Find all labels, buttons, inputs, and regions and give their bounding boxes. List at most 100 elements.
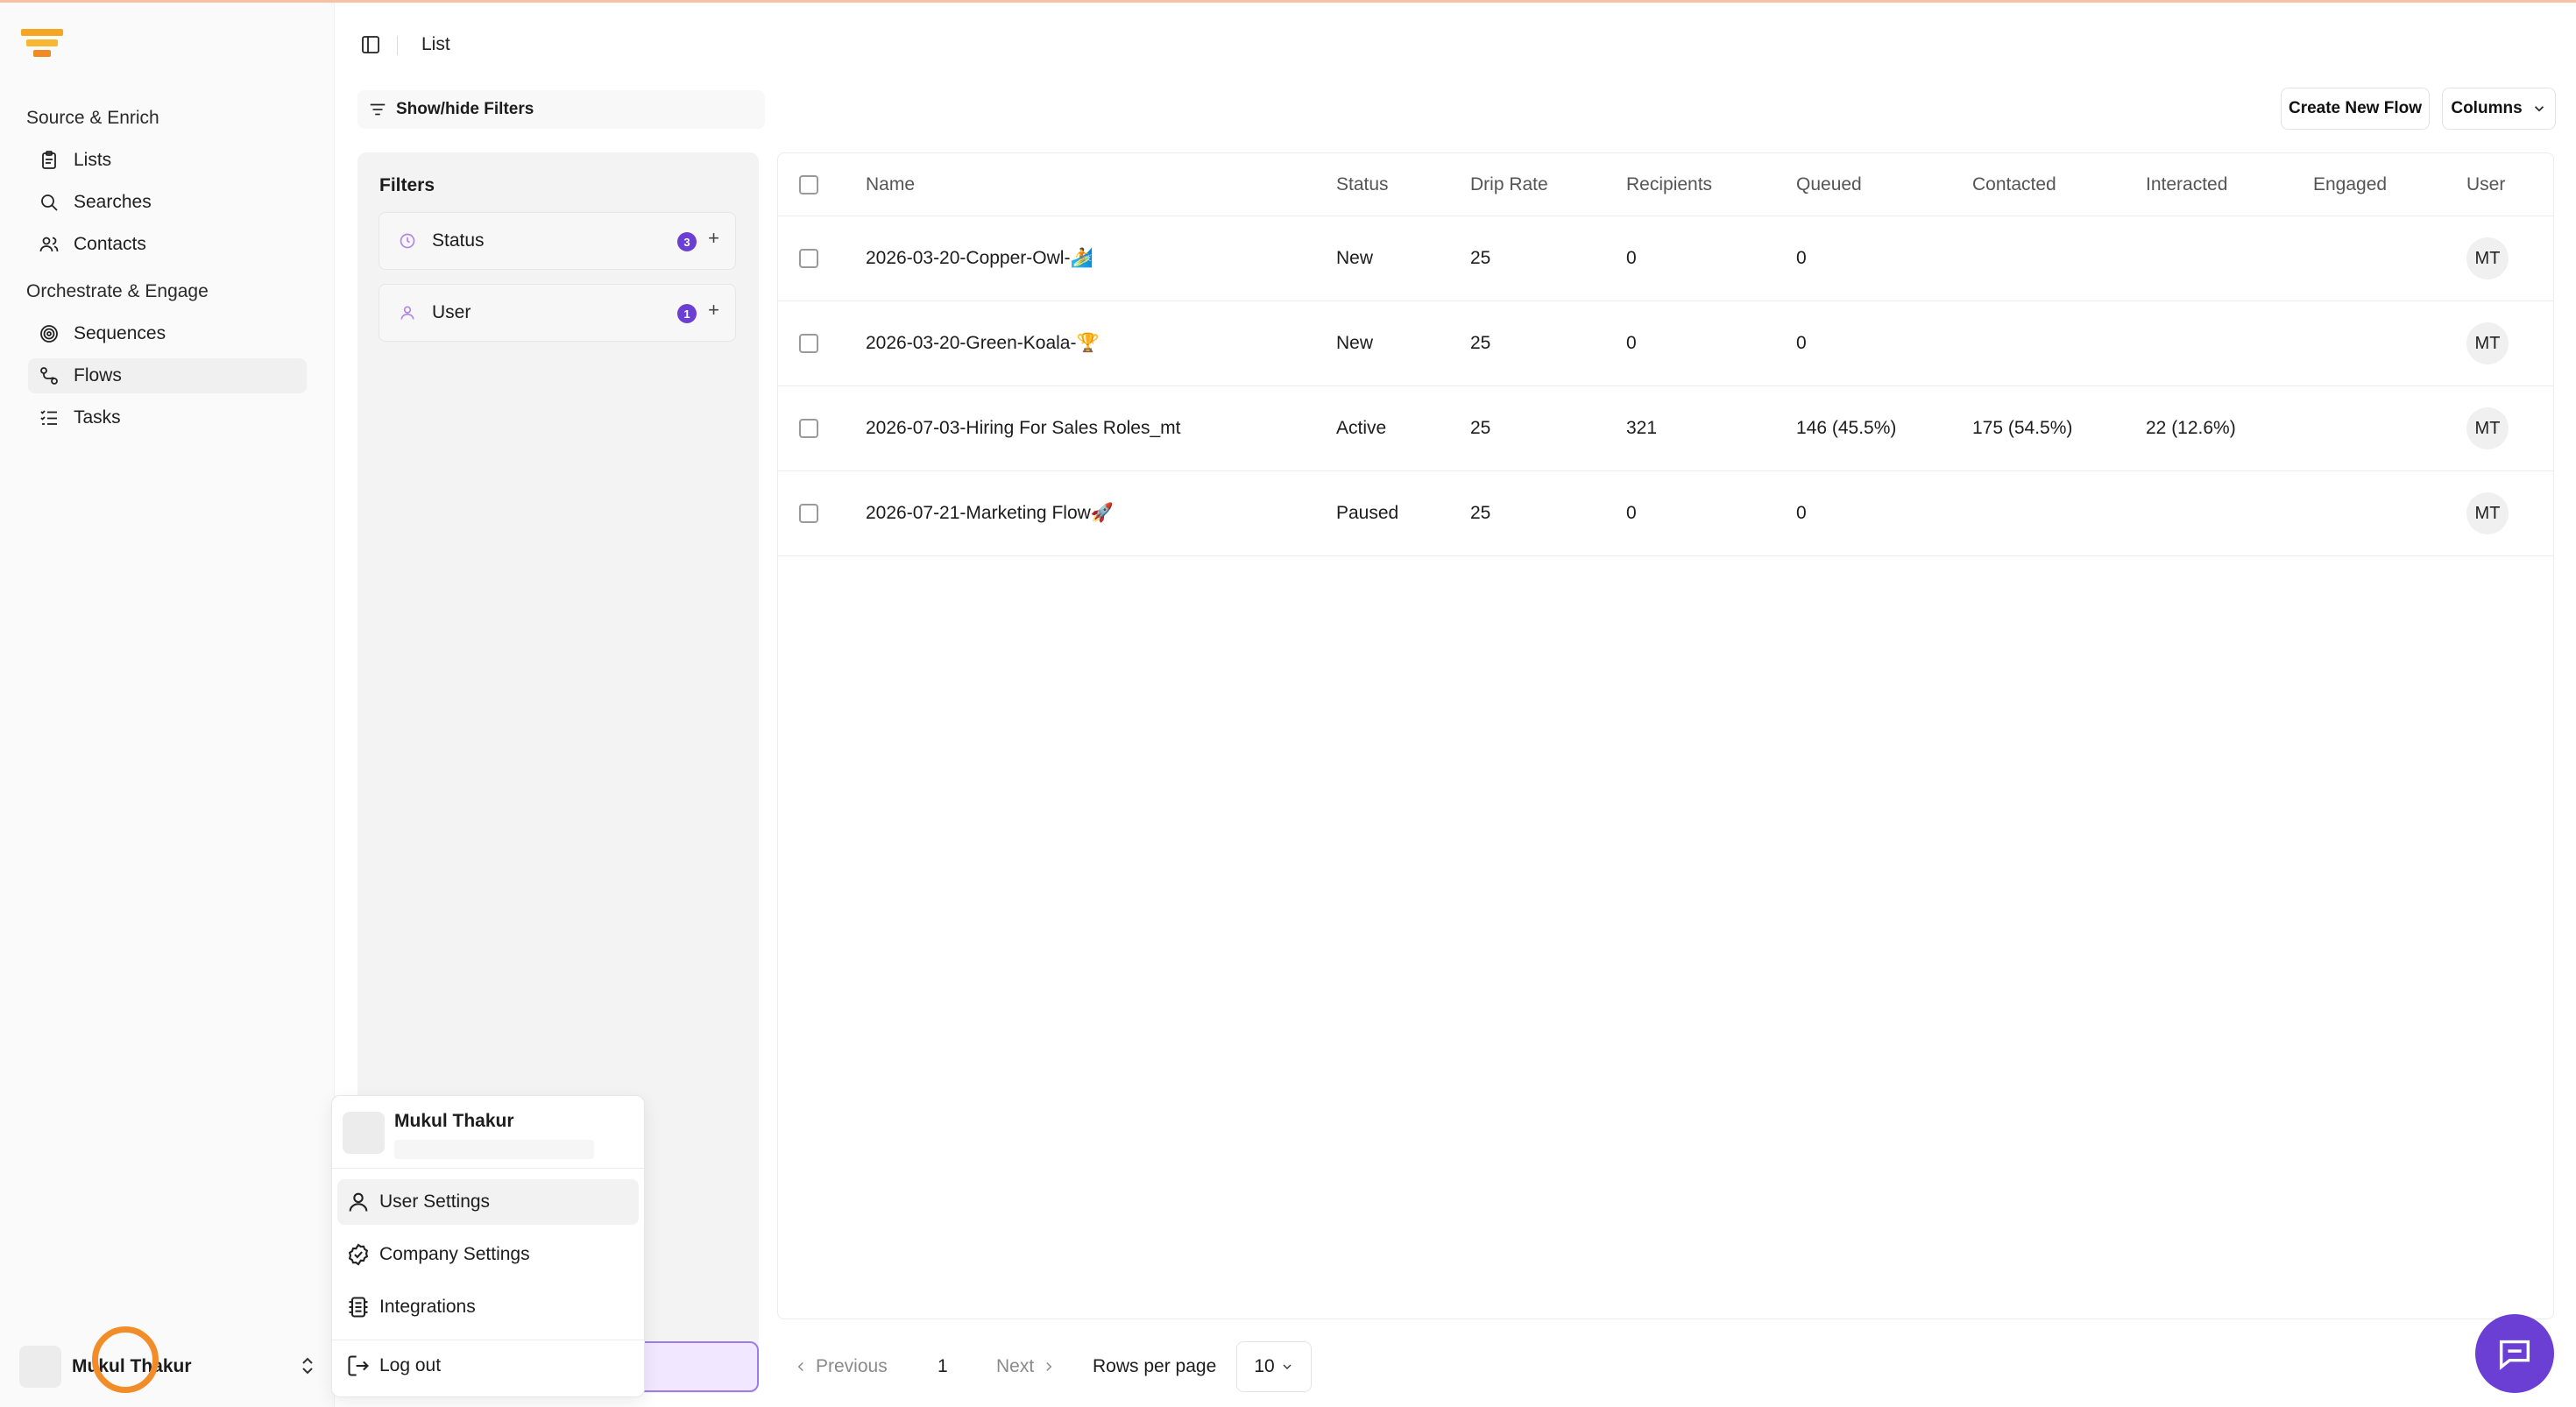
check-circle-icon (348, 1243, 369, 1266)
column-header-name[interactable]: Name (866, 153, 915, 216)
show-hide-filters-button[interactable]: Show/hide Filters (357, 90, 765, 129)
column-header-contacted[interactable]: Contacted (1972, 153, 2056, 216)
target-icon (40, 325, 58, 343)
table-row[interactable]: 2026-03-20-Copper-Owl-🏄 New 25 0 0 MT (778, 216, 2553, 301)
sidebar: Source & Enrich Lists Searches Contacts … (0, 3, 335, 1407)
column-header-status[interactable]: Status (1336, 153, 1389, 216)
sidebar-item-lists[interactable]: Lists (28, 143, 307, 178)
flow-name[interactable]: 2026-07-03-Hiring For Sales Roles_mt (866, 386, 1181, 470)
search-icon (41, 194, 58, 211)
flow-queued: 0 (1796, 248, 1807, 268)
table-row[interactable]: 2026-07-21-Marketing Flow🚀 Paused 25 0 0… (778, 471, 2553, 556)
flow-queued: 0 (1796, 503, 1807, 523)
sidebar-item-label: Contacts (74, 234, 146, 254)
divider (332, 1168, 644, 1169)
user-menu-popover: Mukul Thakur User Settings Company Setti… (331, 1095, 645, 1397)
flow-recipients: 0 (1626, 248, 1637, 268)
row-checkbox[interactable] (799, 249, 818, 268)
rows-per-page-label: Rows per page (1093, 1356, 1217, 1376)
filter-status-label: Status (432, 230, 485, 251)
users-icon (39, 237, 59, 252)
column-header-drip-rate[interactable]: Drip Rate (1470, 153, 1548, 216)
chevron-down-icon (1283, 1364, 1292, 1369)
columns-dropdown-button[interactable]: Columns (2442, 88, 2556, 130)
menu-item-company-settings[interactable]: Company Settings (337, 1232, 639, 1277)
sidebar-toggle-icon[interactable] (360, 34, 381, 55)
flow-status: New (1336, 333, 1374, 353)
app-logo[interactable] (21, 29, 63, 64)
page-number[interactable]: 1 (938, 1341, 948, 1392)
row-checkbox[interactable] (799, 419, 818, 438)
sidebar-item-searches[interactable]: Searches (28, 185, 307, 220)
flow-name[interactable]: 2026-03-20-Copper-Owl-🏄 (866, 216, 1093, 300)
filter-user-count-badge: 1 (677, 304, 697, 323)
user-email-redacted (394, 1140, 594, 1159)
menu-item-log-out[interactable]: Log out (337, 1343, 639, 1389)
flow-queued: 146 (45.5%) (1796, 418, 1897, 438)
chevron-left-icon (797, 1361, 803, 1372)
select-all-checkbox-cell[interactable] (799, 153, 818, 216)
column-header-queued[interactable]: Queued (1796, 153, 1862, 216)
filters-title: Filters (379, 175, 435, 195)
breadcrumb: List (421, 34, 450, 54)
column-header-interacted[interactable]: Interacted (2146, 153, 2227, 216)
flow-queued: 0 (1796, 333, 1807, 353)
logout-icon (348, 1355, 369, 1376)
nav-group-source-enrich: Source & Enrich (26, 108, 159, 128)
menu-item-integrations[interactable]: Integrations (337, 1284, 639, 1330)
apply-filters-button[interactable] (640, 1341, 759, 1392)
column-header-recipients[interactable]: Recipients (1626, 153, 1712, 216)
previous-label: Previous (816, 1356, 888, 1376)
add-filter-icon[interactable]: + (708, 299, 719, 322)
rows-per-page-select[interactable]: 10 (1236, 1341, 1312, 1392)
chat-bubble-icon (2499, 1340, 2530, 1370)
integrations-icon (349, 1297, 368, 1318)
sidebar-item-tasks[interactable]: Tasks (28, 400, 307, 435)
previous-page-button[interactable]: Previous (793, 1341, 888, 1392)
flow-interacted: 22 (12.6%) (2146, 418, 2236, 438)
column-header-engaged[interactable]: Engaged (2313, 153, 2387, 216)
table-row[interactable]: 2026-03-20-Green-Koala-🏆 New 25 0 0 MT (778, 301, 2553, 386)
add-filter-icon[interactable]: + (708, 227, 719, 250)
flow-name[interactable]: 2026-07-21-Marketing Flow🚀 (866, 471, 1114, 555)
avatar (343, 1112, 385, 1154)
sidebar-item-sequences[interactable]: Sequences (28, 316, 307, 351)
sidebar-item-contacts[interactable]: Contacts (28, 227, 307, 262)
menu-item-label: User Settings (379, 1191, 491, 1212)
row-checkbox[interactable] (799, 504, 818, 523)
chevron-up-down-icon (302, 1357, 313, 1375)
sidebar-item-label: Tasks (74, 407, 121, 428)
user-avatar: MT (2466, 492, 2509, 534)
flow-contacted: 175 (54.5%) (1972, 418, 2073, 438)
select-all-checkbox[interactable] (799, 174, 818, 194)
avatar (19, 1346, 61, 1388)
rows-per-page-value: 10 (1254, 1356, 1275, 1376)
sidebar-item-label: Flows (74, 365, 122, 385)
row-checkbox[interactable] (799, 334, 818, 353)
menu-item-user-settings[interactable]: User Settings (337, 1179, 639, 1225)
filter-status-count-badge: 3 (677, 232, 697, 251)
create-new-flow-button[interactable]: Create New Flow (2281, 88, 2430, 130)
column-header-user[interactable]: User (2466, 153, 2505, 216)
create-new-flow-label: Create New Flow (2288, 99, 2423, 117)
clock-icon (400, 233, 415, 249)
filter-status[interactable]: Status 3 + (379, 212, 736, 270)
table-row[interactable]: 2026-07-03-Hiring For Sales Roles_mt Act… (778, 386, 2553, 471)
sidebar-item-label: Lists (74, 150, 112, 170)
user-icon (400, 306, 414, 320)
user-avatar: MT (2466, 407, 2509, 449)
sidebar-user-switcher[interactable]: Mukul Thakur (19, 1340, 317, 1393)
cursor-highlight (92, 1326, 159, 1393)
flow-name[interactable]: 2026-03-20-Green-Koala-🏆 (866, 301, 1100, 385)
filter-lines-icon (370, 103, 386, 116)
sidebar-item-flows[interactable]: Flows (28, 358, 307, 393)
header-divider (397, 36, 398, 55)
flow-recipients: 0 (1626, 503, 1637, 523)
filter-user[interactable]: User 1 + (379, 284, 736, 342)
sidebar-item-label: Searches (74, 192, 152, 212)
flow-recipients: 0 (1626, 333, 1637, 353)
flows-table: Name Status Drip Rate Recipients Queued … (777, 152, 2554, 1319)
chat-support-button[interactable] (2475, 1314, 2554, 1393)
next-page-button[interactable]: Next (996, 1341, 1057, 1392)
show-hide-filters-label: Show/hide Filters (396, 100, 534, 118)
